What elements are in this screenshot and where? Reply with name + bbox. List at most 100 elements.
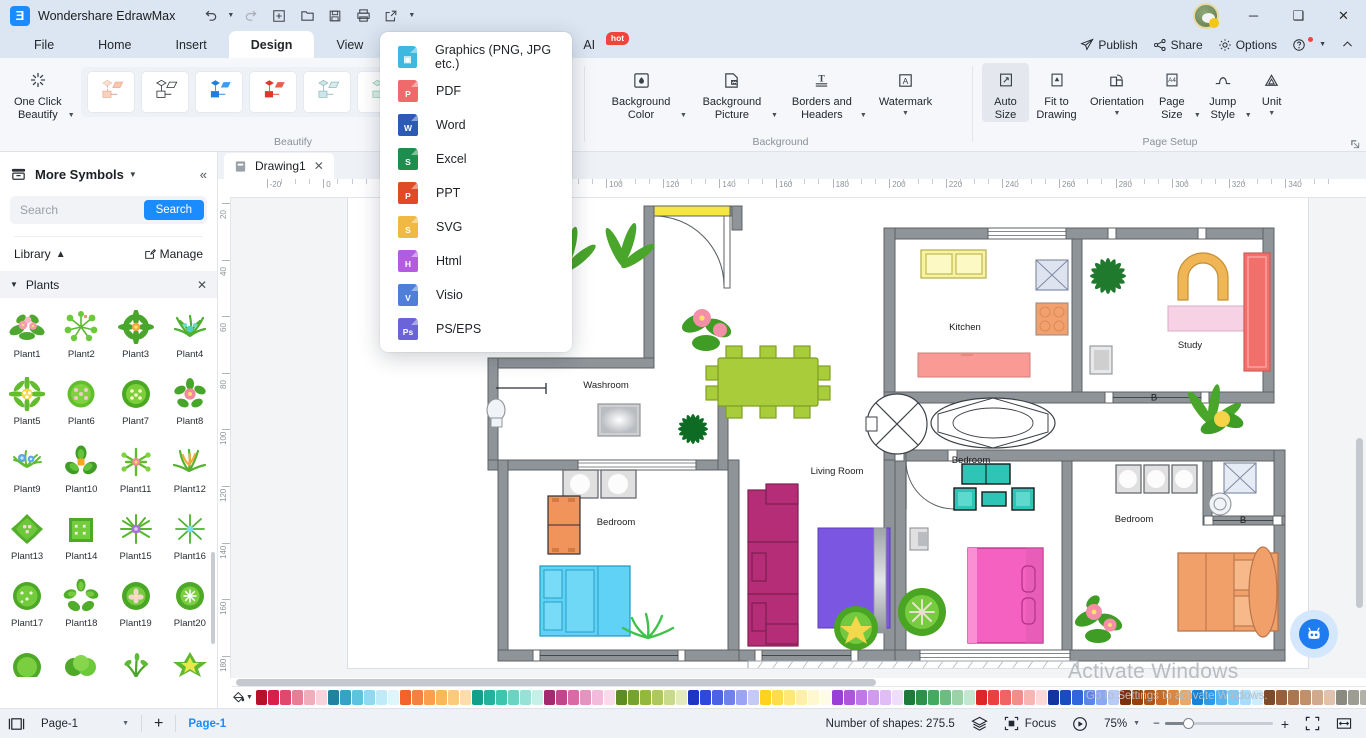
color-swatch[interactable] <box>436 690 447 705</box>
color-swatch[interactable] <box>1048 690 1059 705</box>
color-swatch[interactable] <box>352 690 363 705</box>
color-swatch[interactable] <box>736 690 747 705</box>
color-swatch[interactable] <box>340 690 351 705</box>
minimize-button[interactable]: ─ <box>1231 0 1276 31</box>
category-close-icon[interactable]: ✕ <box>197 278 207 292</box>
background-picture-button[interactable]: Background Picture <box>693 63 771 122</box>
symbol-item[interactable]: Plant15 <box>109 510 163 569</box>
color-swatch[interactable] <box>796 690 807 705</box>
help-caret-icon[interactable]: ▼ <box>1319 41 1326 48</box>
help-button[interactable]: ▼ <box>1286 35 1332 55</box>
zoom-dropdown-caret-icon[interactable]: ▼ <box>1133 720 1140 727</box>
color-swatch[interactable] <box>820 690 831 705</box>
color-swatch[interactable] <box>676 690 687 705</box>
color-swatch[interactable] <box>652 690 663 705</box>
presentation-button[interactable] <box>1064 716 1096 732</box>
color-swatch[interactable] <box>700 690 711 705</box>
color-swatch[interactable] <box>664 690 675 705</box>
color-swatch[interactable] <box>424 690 435 705</box>
close-tab-icon[interactable]: ✕ <box>314 159 324 173</box>
color-swatch[interactable] <box>364 690 375 705</box>
symbol-item[interactable]: Plant7 <box>109 375 163 434</box>
symbols-scrollbar[interactable] <box>211 552 215 644</box>
color-swatch[interactable] <box>556 690 567 705</box>
orientation-button[interactable]: Orientation ▼ <box>1084 63 1150 120</box>
zoom-in-button[interactable]: + <box>1273 716 1297 732</box>
print-icon[interactable] <box>350 4 376 28</box>
fit-width-button[interactable] <box>1328 716 1366 731</box>
page-setup-dialog-launcher[interactable] <box>1350 139 1360 149</box>
zoom-level[interactable]: 75% ▼ <box>1096 718 1148 730</box>
color-swatch[interactable] <box>808 690 819 705</box>
color-swatch[interactable] <box>448 690 459 705</box>
symbol-item[interactable]: Plant16 <box>163 510 217 569</box>
color-swatch[interactable] <box>844 690 855 705</box>
color-swatch[interactable] <box>520 690 531 705</box>
color-swatch[interactable] <box>268 690 279 705</box>
color-swatch[interactable] <box>256 690 267 705</box>
orientation-caret-icon[interactable]: ▼ <box>1113 110 1120 117</box>
symbol-item[interactable]: Plant13 <box>0 510 54 569</box>
export-pdf[interactable]: PPDF <box>380 74 572 108</box>
theme-card-teal[interactable] <box>303 71 351 113</box>
color-swatch[interactable] <box>880 690 891 705</box>
color-swatch[interactable] <box>976 690 987 705</box>
jump-style-caret-icon[interactable]: ▼ <box>1245 112 1252 119</box>
color-swatch[interactable] <box>1060 690 1071 705</box>
theme-card-red[interactable] <box>249 71 297 113</box>
color-swatch[interactable] <box>1036 690 1047 705</box>
theme-card-outline[interactable] <box>141 71 189 113</box>
color-swatch[interactable] <box>940 690 951 705</box>
fit-to-drawing-button[interactable]: Fit to Drawing <box>1029 63 1084 122</box>
zoom-slider[interactable] <box>1165 722 1273 725</box>
color-swatch[interactable] <box>1072 690 1083 705</box>
color-swatch[interactable] <box>412 690 423 705</box>
save-icon[interactable] <box>322 4 348 28</box>
color-swatch[interactable] <box>1300 690 1311 705</box>
color-swatch[interactable] <box>904 690 915 705</box>
tab-view[interactable]: View <box>314 31 385 58</box>
color-swatch[interactable] <box>640 690 651 705</box>
borders-headers-caret-icon[interactable]: ▼ <box>860 112 867 119</box>
color-swatch[interactable] <box>988 690 999 705</box>
borders-and-headers-button[interactable]: T Borders and Headers <box>784 63 860 122</box>
color-swatch[interactable] <box>1000 690 1011 705</box>
color-swatch[interactable] <box>280 690 291 705</box>
unit-button[interactable]: Unit ▼ <box>1252 63 1292 120</box>
export-ppt[interactable]: PPPT <box>380 176 572 210</box>
category-expand-icon[interactable]: ▼ <box>10 280 18 289</box>
symbol-item[interactable]: Plant9 <box>0 443 54 502</box>
layers-button[interactable] <box>963 716 996 731</box>
library-collapse-icon[interactable]: ▲ <box>56 249 66 260</box>
color-swatch[interactable] <box>568 690 579 705</box>
color-swatch[interactable] <box>1288 690 1299 705</box>
search-input[interactable]: Search <box>20 203 144 217</box>
focus-button[interactable]: Focus <box>996 716 1064 731</box>
color-swatch[interactable] <box>760 690 771 705</box>
symbol-item[interactable]: Plant3 <box>109 308 163 367</box>
one-click-beautify-button[interactable]: One Click Beautify <box>8 63 68 122</box>
color-swatch[interactable] <box>292 690 303 705</box>
undo-dropdown[interactable]: ▼ <box>225 4 236 28</box>
export-html[interactable]: HHtml <box>380 244 572 278</box>
page-selector[interactable]: Page-1 ▼ <box>33 718 137 730</box>
page-size-caret-icon[interactable]: ▼ <box>1194 112 1201 119</box>
color-swatch[interactable] <box>496 690 507 705</box>
symbol-item[interactable]: Plant12 <box>163 443 217 502</box>
symbols-panel-caret-icon[interactable]: ▼ <box>129 170 137 179</box>
color-swatch[interactable] <box>964 690 975 705</box>
color-swatch[interactable] <box>316 690 327 705</box>
symbol-item[interactable]: Plant2 <box>54 308 108 367</box>
category-header-plants[interactable]: ▼ Plants ✕ <box>0 271 217 298</box>
collapse-panel-button[interactable]: « <box>200 167 207 182</box>
folder-open-icon[interactable] <box>294 4 320 28</box>
palette-dropdown-caret-icon[interactable]: ▼ <box>246 694 253 701</box>
export-share-icon[interactable] <box>378 4 404 28</box>
color-swatch[interactable] <box>748 690 759 705</box>
color-swatch[interactable] <box>952 690 963 705</box>
canvas-vertical-scrollbar[interactable] <box>1356 438 1363 608</box>
new-file-icon[interactable] <box>266 4 292 28</box>
background-color-button[interactable]: Background Color <box>602 63 680 122</box>
background-color-caret-icon[interactable]: ▼ <box>680 112 687 119</box>
undo-button[interactable] <box>197 4 223 28</box>
